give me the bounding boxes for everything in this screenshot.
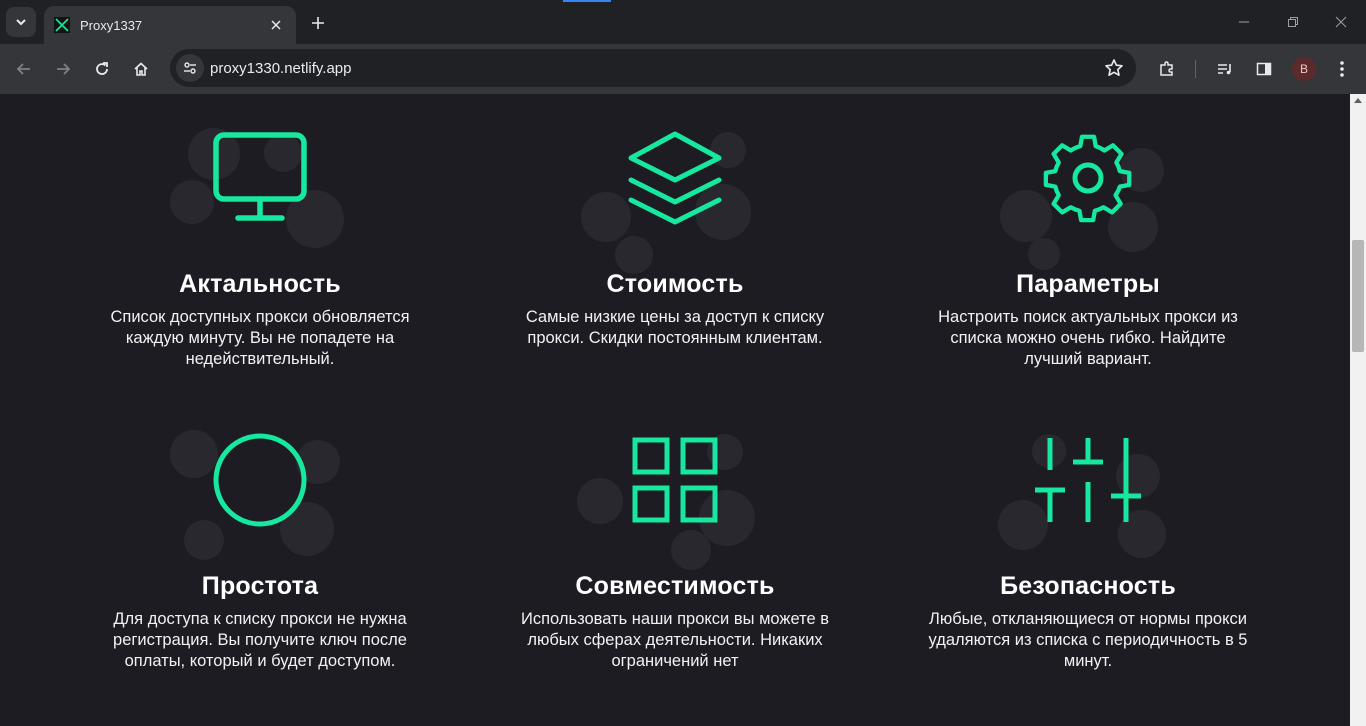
feature-icon-area: [575, 430, 775, 570]
home-icon: [134, 62, 148, 76]
reload-button[interactable]: [86, 53, 118, 85]
arrow-right-icon: [57, 63, 71, 75]
arrow-left-icon: [16, 63, 30, 75]
feature-card-security: Безопасность Любые, откланяющиеся от нор…: [908, 430, 1268, 672]
page-scrollbar[interactable]: [1350, 94, 1366, 726]
feature-icon-area: [160, 128, 360, 248]
feature-title: Актальность: [179, 270, 341, 298]
circle-icon: [213, 433, 307, 527]
feature-title: Безопасность: [1000, 572, 1176, 600]
restore-icon: [1288, 17, 1298, 27]
back-button[interactable]: [8, 53, 40, 85]
feature-description: Список доступных прокси обновляется кажд…: [110, 308, 410, 368]
feature-card-relevance: Актальность Список доступных прокси обно…: [80, 128, 440, 370]
chevron-down-icon: [16, 19, 26, 26]
new-tab-button[interactable]: [306, 11, 330, 35]
url-text: proxy1330.netlify.app: [210, 60, 352, 77]
monitor-icon: [213, 132, 307, 221]
menu-button[interactable]: [1326, 53, 1358, 85]
feature-title: Совместимость: [575, 572, 775, 600]
grid-icon: [632, 437, 718, 523]
feature-description: Настроить поиск актуальных прокси из спи…: [938, 308, 1238, 368]
x-logo-icon: [54, 17, 70, 33]
tab-indicator: [563, 0, 611, 2]
page-viewport: Актальность Список доступных прокси обно…: [0, 94, 1350, 726]
close-icon: [271, 20, 281, 30]
feature-icon-area: [575, 128, 775, 274]
close-icon: [1335, 16, 1347, 28]
feature-icon-area: [988, 128, 1188, 270]
scroll-thumb[interactable]: [1352, 240, 1364, 352]
feature-title: Стоимость: [606, 270, 744, 298]
feature-description: Для доступа к списку прокси не нужна рег…: [113, 610, 407, 670]
forward-button[interactable]: [47, 53, 79, 85]
extensions-button[interactable]: [1151, 53, 1183, 85]
close-window-button[interactable]: [1325, 8, 1357, 36]
restore-button[interactable]: [1277, 8, 1309, 36]
home-button[interactable]: [125, 53, 157, 85]
side-panel-icon: [1256, 62, 1272, 76]
media-button[interactable]: [1209, 53, 1241, 85]
feature-card-cost: Стоимость Самые низкие цены за доступ к …: [495, 128, 855, 349]
sliders-icon: [1035, 438, 1141, 522]
feature-card-simplicity: Простота Для доступа к списку прокси не …: [80, 430, 440, 672]
feature-title: Параметры: [1016, 270, 1160, 298]
feature-description: Любые, откланяющиеся от нормы прокси уда…: [928, 610, 1248, 670]
puzzle-icon: [1160, 61, 1173, 76]
tab-search-button[interactable]: [6, 7, 36, 37]
feature-description: Самые низкие цены за доступ к списку про…: [525, 308, 825, 347]
more-vert-icon: [1340, 61, 1344, 77]
browser-tab[interactable]: Proxy1337: [44, 6, 296, 44]
tune-icon: [184, 62, 196, 74]
feature-title: Простота: [201, 572, 319, 600]
minimize-icon: [1239, 21, 1249, 23]
playlist-icon: [1218, 64, 1231, 75]
tab-strip: Proxy1337: [0, 0, 1366, 44]
feature-card-params: Параметры Настроить поиск актуальных про…: [908, 128, 1268, 370]
tab-close-button[interactable]: [266, 15, 286, 35]
feature-icon-area: [160, 430, 360, 560]
feature-card-compat: Совместимость Использовать наши прокси в…: [495, 430, 855, 672]
reload-icon: [96, 62, 108, 75]
minimize-button[interactable]: [1228, 8, 1260, 36]
plus-icon: [312, 17, 324, 29]
tab-title: Proxy1337: [80, 17, 143, 33]
gear-icon: [1043, 134, 1132, 223]
side-panel-button[interactable]: [1248, 53, 1280, 85]
browser-toolbar: proxy1330.netlify.app B: [0, 44, 1366, 94]
layers-icon: [628, 131, 722, 225]
scroll-up-arrow-icon[interactable]: [1354, 98, 1362, 103]
feature-icon-area: [988, 430, 1188, 558]
site-info-button[interactable]: [176, 54, 204, 82]
toolbar-divider: [1195, 60, 1196, 78]
profile-avatar[interactable]: B: [1292, 57, 1316, 81]
feature-description: Использовать наши прокси вы можете в люб…: [521, 610, 829, 670]
star-icon[interactable]: [1104, 58, 1124, 78]
address-bar[interactable]: proxy1330.netlify.app: [170, 49, 1136, 87]
